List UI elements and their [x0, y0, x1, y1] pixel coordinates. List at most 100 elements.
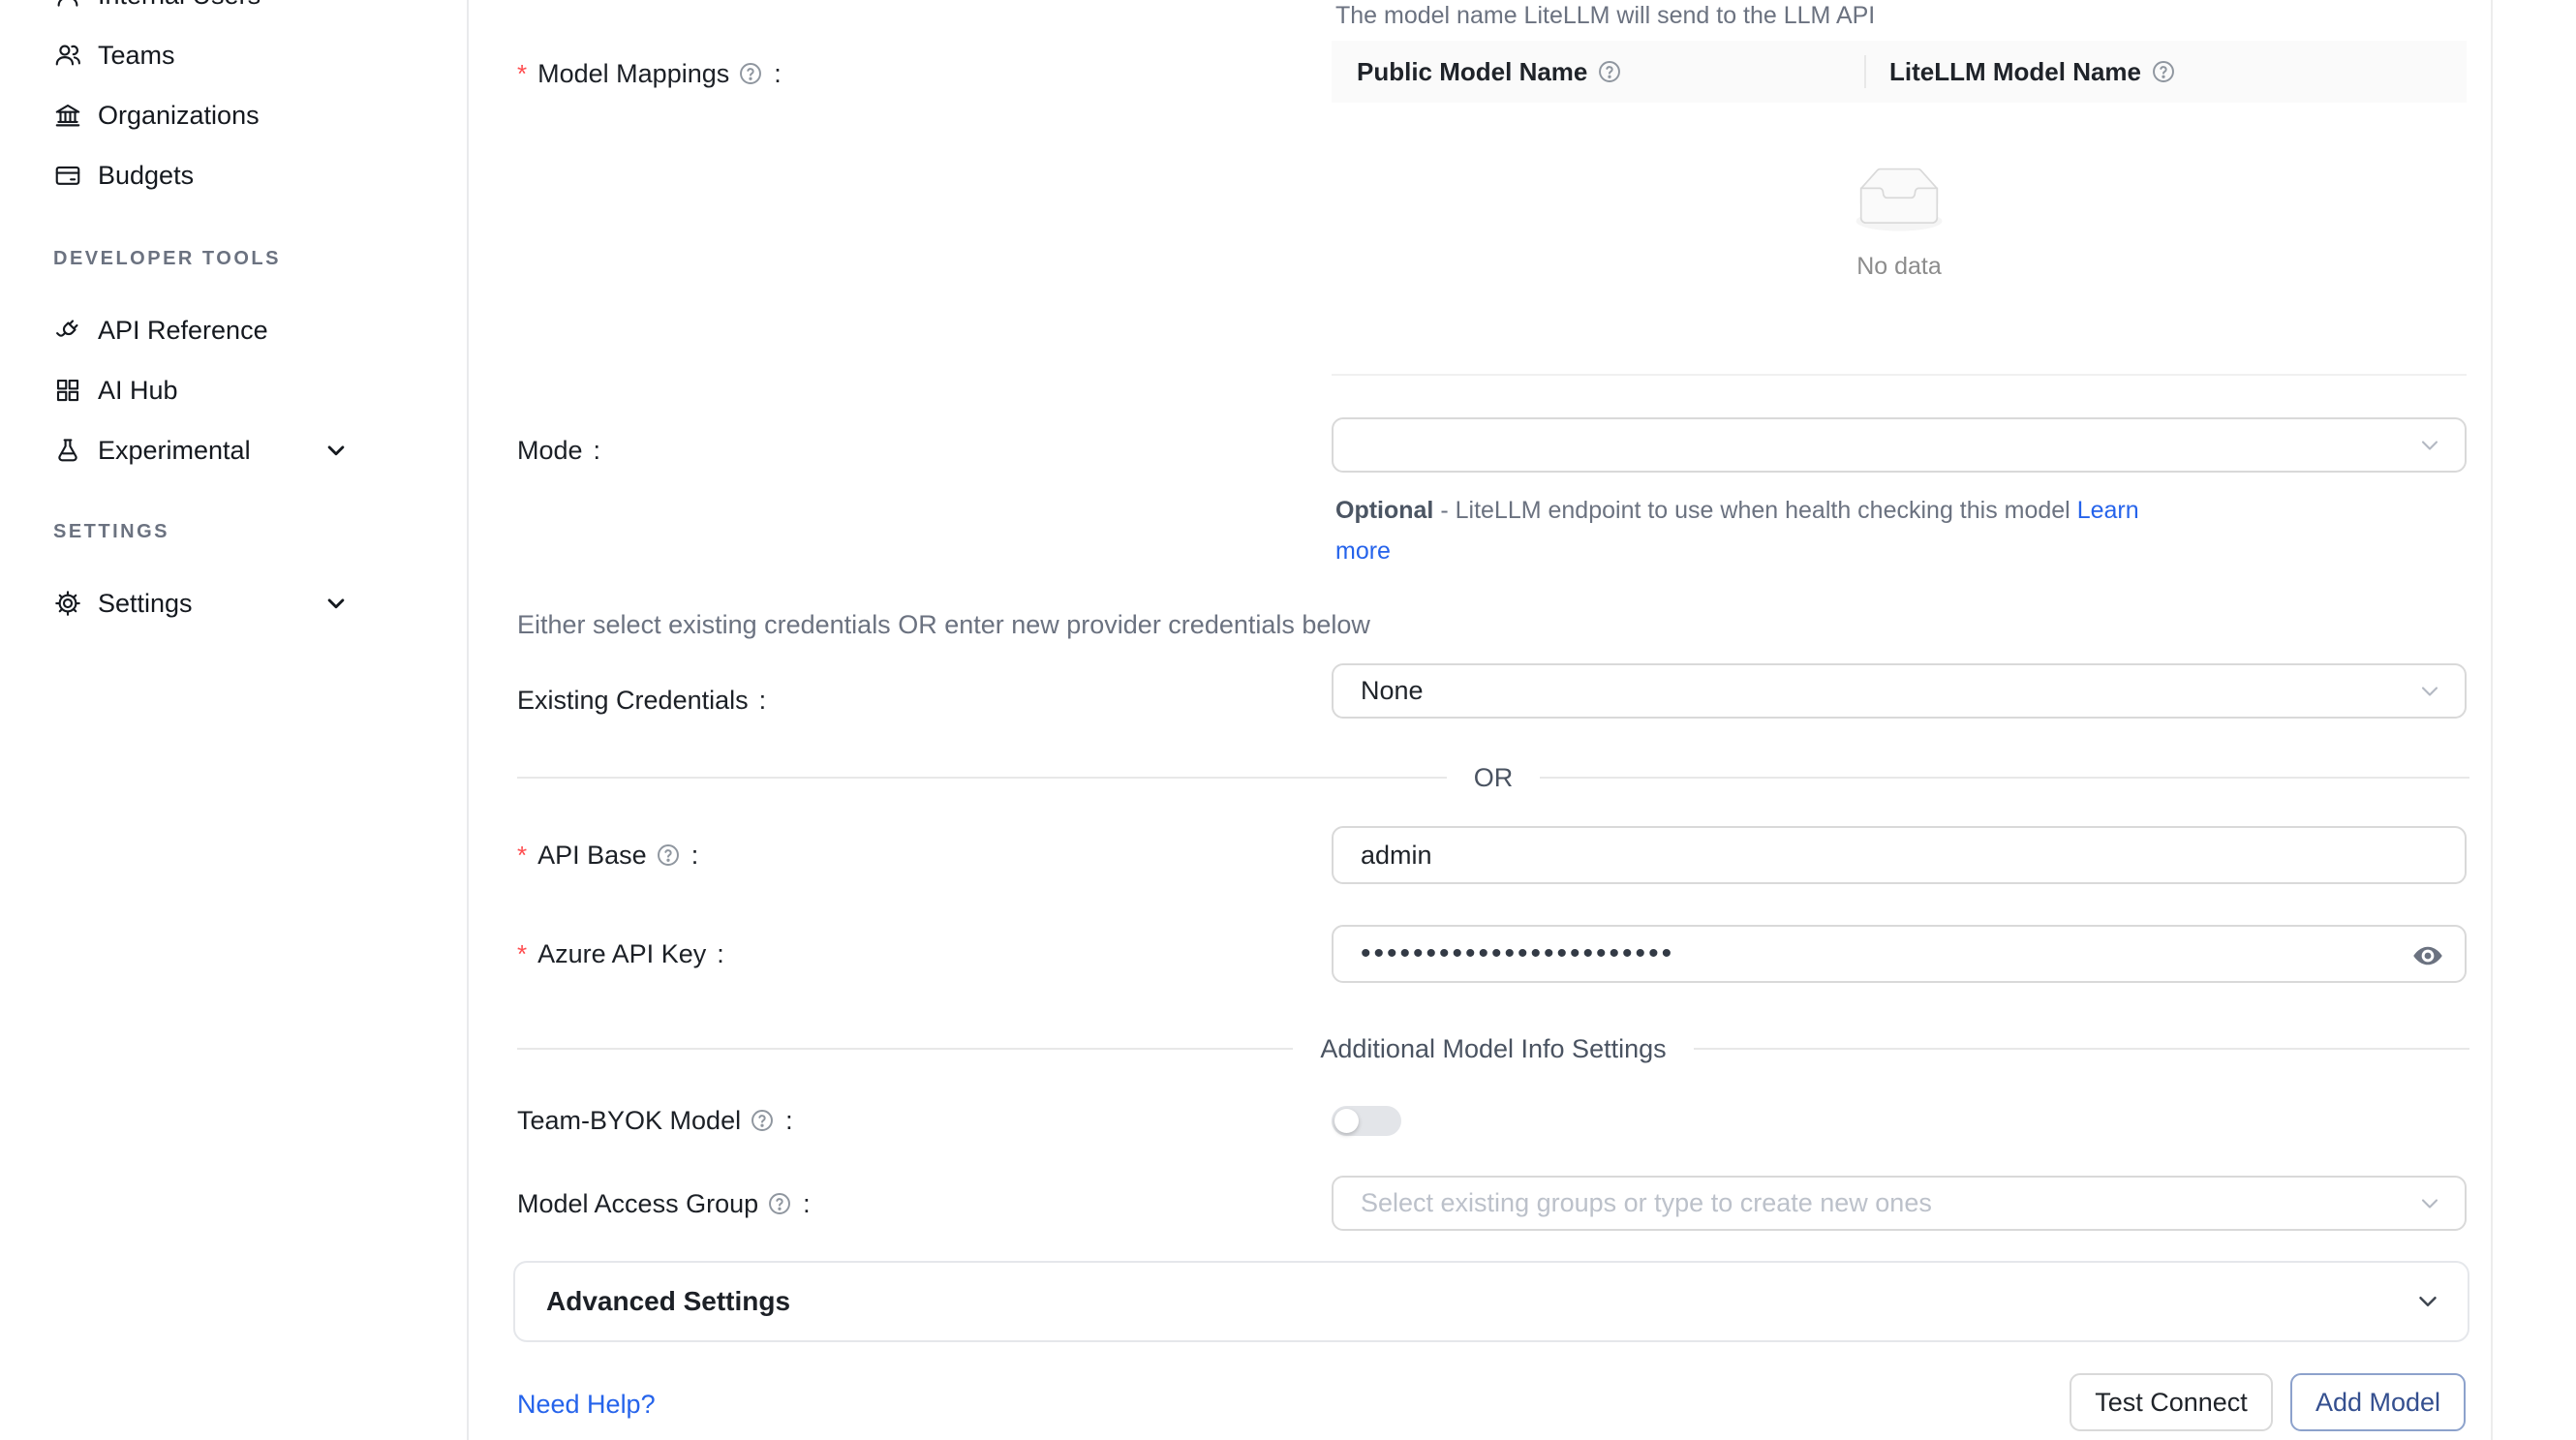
- sidebar-item-label: Settings: [98, 589, 193, 619]
- column-title: LiteLLM Model Name: [1889, 57, 2141, 87]
- sidebar-item-label: Internal Users: [98, 0, 261, 11]
- column-divider: [1864, 55, 1866, 88]
- column-header-public-model-name: Public Model Name: [1332, 57, 1864, 87]
- azure-api-key-label: * Azure API Key :: [517, 934, 724, 973]
- bank-icon: [53, 101, 82, 130]
- sidebar-divider: [467, 0, 469, 1440]
- mode-label: Mode :: [517, 431, 600, 470]
- additional-info-divider: Additional Model Info Settings: [517, 1032, 2469, 1065]
- required-mark: *: [517, 59, 527, 89]
- label-text: Existing Credentials: [517, 686, 749, 716]
- input-value: admin: [1361, 841, 1432, 871]
- advanced-settings-panel[interactable]: Advanced Settings: [513, 1261, 2469, 1342]
- label-text: Team-BYOK Model: [517, 1106, 741, 1136]
- credit-card-icon: [53, 161, 82, 190]
- masked-password-value: ••••••••••••••••••••••••: [1361, 937, 1674, 970]
- question-circle-icon[interactable]: [656, 843, 681, 868]
- colon: :: [717, 939, 724, 969]
- sidebar-section-developer-tools: DEVELOPER TOOLS: [53, 245, 281, 272]
- empty-text: No data: [1332, 253, 2467, 281]
- model-access-group-select[interactable]: Select existing groups or type to create…: [1332, 1176, 2467, 1231]
- mode-hint-line2: more: [1335, 531, 2139, 571]
- section-title: DEVELOPER TOOLS: [53, 248, 281, 270]
- mode-hint-line1: Optional - LiteLLM endpoint to use when …: [1335, 490, 2139, 531]
- sidebar-item-label: AI Hub: [98, 376, 178, 406]
- question-circle-icon[interactable]: [1597, 59, 1622, 84]
- divider-line: [517, 777, 1447, 779]
- sidebar-item-label: Teams: [98, 41, 175, 71]
- chevron-down-icon[interactable]: [322, 589, 351, 618]
- column-header-litellm-model-name: LiteLLM Model Name: [1864, 57, 2176, 87]
- select-placeholder: Select existing groups or type to create…: [1361, 1188, 1932, 1218]
- sidebar-item-teams[interactable]: Teams: [53, 25, 175, 85]
- sidebar-item-experimental[interactable]: Experimental: [53, 420, 251, 480]
- sidebar-item-label: Experimental: [98, 436, 251, 466]
- team-icon: [53, 41, 82, 70]
- gear-icon: [53, 589, 82, 618]
- credentials-note: Either select existing credentials OR en…: [517, 610, 1370, 640]
- plug-icon: [53, 316, 82, 345]
- label-text: Model Mappings: [537, 59, 729, 89]
- sidebar-item-budgets[interactable]: Budgets: [53, 145, 194, 205]
- need-help-link[interactable]: Need Help?: [517, 1390, 656, 1420]
- colon: :: [691, 841, 699, 871]
- content-right-divider: [2491, 0, 2493, 1440]
- sidebar-item-label: API Reference: [98, 316, 268, 346]
- divider-line: [1694, 1048, 2469, 1050]
- question-circle-icon[interactable]: [738, 61, 763, 86]
- sidebar-item-settings[interactable]: Settings: [53, 573, 193, 633]
- mode-select[interactable]: [1332, 417, 2467, 473]
- model-mappings-table: Public Model Name LiteLLM Model Name: [1332, 41, 2467, 376]
- sidebar: Internal Users Teams Organizations Budge…: [0, 0, 467, 1440]
- existing-credentials-label: Existing Credentials :: [517, 681, 766, 720]
- sidebar-item-organizations[interactable]: Organizations: [53, 85, 260, 145]
- colon: :: [594, 436, 601, 466]
- api-base-label: * API Base :: [517, 836, 698, 874]
- label-text: API Base: [537, 841, 647, 871]
- advanced-settings-title: Advanced Settings: [546, 1286, 790, 1317]
- model-name-hint: The model name LiteLLM will send to the …: [1335, 2, 1875, 30]
- inbox-empty-icon: [1846, 167, 1952, 234]
- chevron-down-icon: [2416, 432, 2443, 459]
- model-access-group-label: Model Access Group :: [517, 1184, 811, 1223]
- colon: :: [759, 686, 767, 716]
- sidebar-item-label: Budgets: [98, 161, 194, 191]
- sidebar-section-settings: SETTINGS: [53, 518, 169, 545]
- eye-icon[interactable]: [2410, 938, 2445, 973]
- section-title: SETTINGS: [53, 521, 169, 543]
- existing-credentials-select[interactable]: None: [1332, 663, 2467, 719]
- or-text: OR: [1447, 763, 1541, 793]
- team-byok-toggle[interactable]: [1332, 1106, 1401, 1136]
- api-base-input[interactable]: admin: [1332, 826, 2467, 884]
- label-text: Model Access Group: [517, 1189, 758, 1219]
- divider-line: [517, 1048, 1293, 1050]
- sidebar-item-api-reference[interactable]: API Reference: [53, 300, 268, 360]
- hint-bold: Optional: [1335, 497, 1433, 524]
- learn-more-link[interactable]: more: [1335, 537, 1391, 565]
- add-model-button[interactable]: Add Model: [2290, 1373, 2466, 1431]
- sidebar-item-internal-users[interactable]: Internal Users: [53, 0, 261, 25]
- hint-text: - LiteLLM endpoint to use when health ch…: [1433, 497, 2076, 524]
- model-mappings-label: * Model Mappings :: [517, 54, 782, 93]
- colon: :: [803, 1189, 811, 1219]
- question-circle-icon[interactable]: [2151, 59, 2176, 84]
- question-circle-icon[interactable]: [767, 1191, 792, 1216]
- learn-more-link[interactable]: Learn: [2077, 497, 2139, 524]
- divider-title: Additional Model Info Settings: [1293, 1034, 1693, 1064]
- colon: :: [785, 1106, 793, 1136]
- chevron-down-icon: [2416, 1190, 2443, 1217]
- chevron-down-icon: [2413, 1287, 2442, 1316]
- team-byok-label: Team-BYOK Model :: [517, 1101, 793, 1140]
- person-icon: [53, 0, 82, 10]
- sidebar-item-ai-hub[interactable]: AI Hub: [53, 360, 178, 420]
- test-connect-button[interactable]: Test Connect: [2070, 1373, 2273, 1431]
- table-header-row: Public Model Name LiteLLM Model Name: [1332, 41, 2467, 103]
- azure-api-key-input[interactable]: ••••••••••••••••••••••••: [1332, 925, 2467, 983]
- chevron-down-icon[interactable]: [322, 436, 351, 465]
- question-circle-icon[interactable]: [750, 1108, 775, 1133]
- required-mark: *: [517, 841, 527, 871]
- grid-icon: [53, 376, 82, 405]
- empty-state: No data: [1332, 167, 2467, 281]
- colon: :: [774, 59, 782, 89]
- label-text: Azure API Key: [537, 939, 706, 969]
